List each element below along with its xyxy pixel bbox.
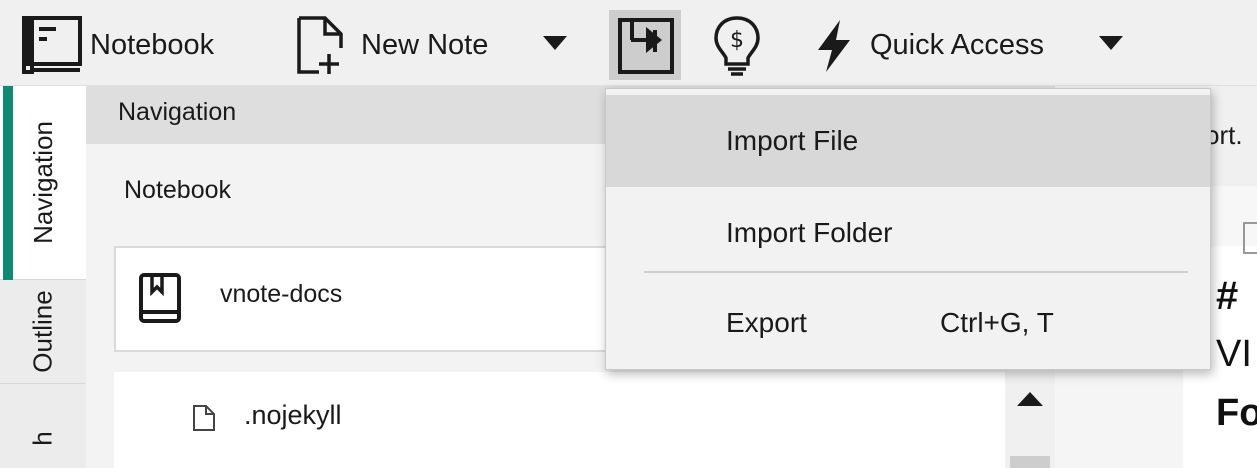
- navigation-header-title: Navigation: [118, 98, 237, 126]
- tab-outline[interactable]: Outline: [0, 280, 86, 384]
- tab-search-label: h: [27, 431, 58, 446]
- tips-bulb-icon: $: [714, 16, 760, 76]
- lightning-icon: [818, 20, 850, 72]
- tab-navigation-label: Navigation: [27, 121, 58, 244]
- notebook-button[interactable]: Notebook: [22, 14, 214, 76]
- tips-button[interactable]: $: [712, 14, 762, 76]
- notebook-button-label: Notebook: [90, 28, 215, 61]
- new-note-button[interactable]: New Note: [295, 14, 488, 76]
- menu-item-import-folder[interactable]: Import Folder: [606, 187, 1210, 279]
- menu-item-export[interactable]: Export Ctrl+G, T: [606, 277, 1210, 369]
- notebook-icon: [22, 16, 82, 74]
- tree-scrollbar[interactable]: [1005, 372, 1055, 468]
- scroll-up-arrow[interactable]: [1017, 392, 1043, 406]
- active-tab-indicator: [3, 86, 13, 280]
- new-note-dropdown-arrow[interactable]: [543, 36, 567, 50]
- tree-item[interactable]: .nojekyll: [114, 372, 1009, 468]
- notebook-name: vnote-docs: [220, 280, 343, 308]
- menu-item-label: Import Folder: [726, 217, 893, 248]
- editor-line-fragment: VI: [1216, 333, 1252, 375]
- new-note-button-label: New Note: [361, 28, 489, 61]
- notebook-section-label: Notebook: [124, 176, 232, 204]
- svg-text:$: $: [730, 28, 744, 53]
- menu-item-label: Import File: [726, 125, 859, 156]
- editor-bold-fragment: Fo: [1216, 392, 1257, 434]
- quick-access-dropdown-arrow[interactable]: [1099, 36, 1123, 50]
- file-icon: [193, 405, 215, 431]
- menu-item-label: Export: [726, 307, 807, 338]
- import-icon: [618, 18, 674, 74]
- main-toolbar: Notebook New Note $ Quick Access: [0, 0, 1257, 86]
- scroll-thumb[interactable]: [1010, 456, 1050, 468]
- notebook-tree: .nojekyll: [114, 372, 1009, 468]
- tree-item-label: .nojekyll: [244, 400, 342, 430]
- new-note-icon: [297, 16, 343, 74]
- notebook-selector[interactable]: vnote-docs: [114, 246, 634, 352]
- menu-item-import-file[interactable]: Import File: [606, 95, 1210, 187]
- tab-search[interactable]: h: [0, 384, 86, 468]
- import-button[interactable]: [609, 10, 681, 80]
- menu-item-shortcut: Ctrl+G, T: [940, 307, 1054, 338]
- quick-access-button[interactable]: Quick Access: [812, 14, 1044, 76]
- quick-access-label: Quick Access: [870, 28, 1045, 61]
- import-menu: Import File Import Folder Export Ctrl+G,…: [605, 88, 1211, 370]
- tab-outline-label: Outline: [27, 290, 58, 373]
- editor-heading-fragment: #: [1216, 274, 1239, 318]
- menu-separator: [644, 271, 1188, 273]
- book-icon: [139, 273, 181, 323]
- editor-toolbar-button[interactable]: [1243, 222, 1257, 254]
